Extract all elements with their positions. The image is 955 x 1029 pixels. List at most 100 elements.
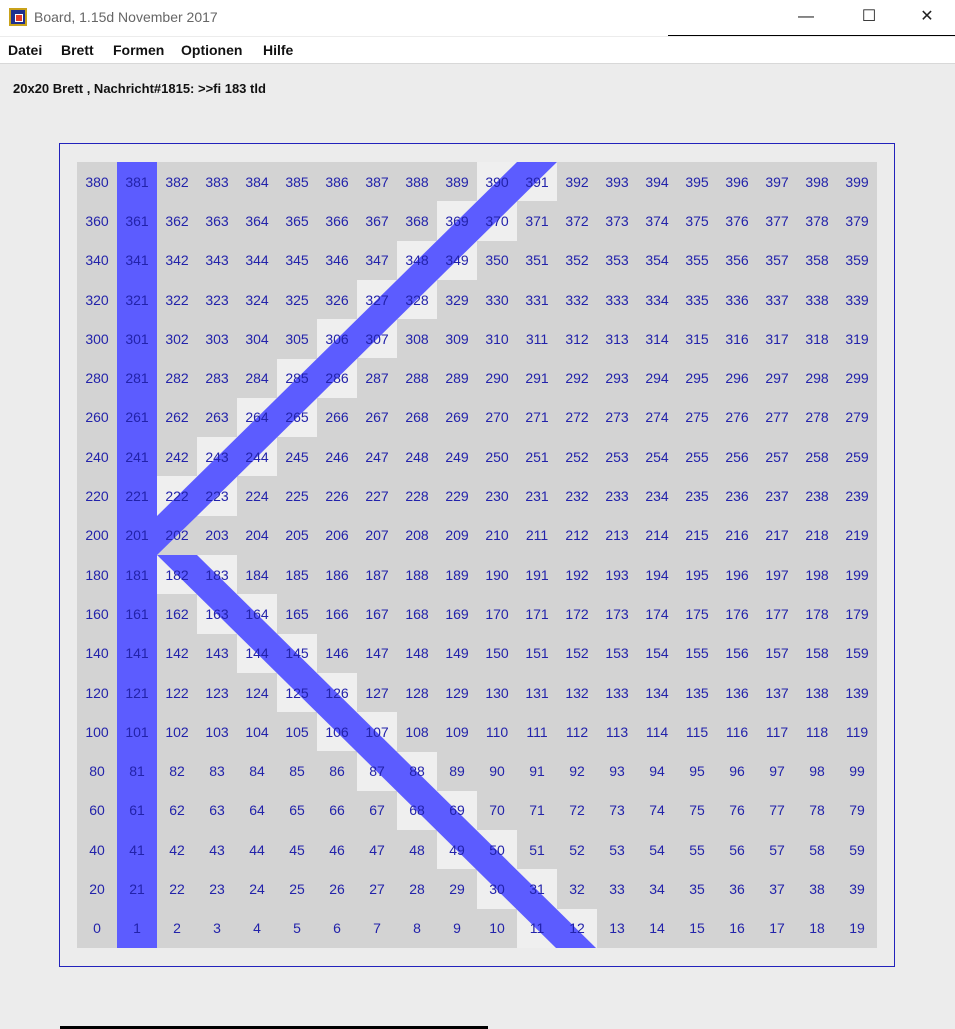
board-cell[interactable] xyxy=(757,909,797,948)
board-cell[interactable] xyxy=(237,633,277,673)
board-cell[interactable] xyxy=(477,359,517,398)
board-cell[interactable] xyxy=(357,909,397,948)
board-cell[interactable] xyxy=(477,869,517,909)
board-cell[interactable] xyxy=(197,909,237,948)
board-cell[interactable] xyxy=(637,319,677,358)
board-cell[interactable] xyxy=(517,201,557,240)
board-cell[interactable] xyxy=(717,241,757,280)
board-cell[interactable] xyxy=(357,869,397,908)
board-cell[interactable] xyxy=(797,712,837,751)
board-cell[interactable] xyxy=(797,555,837,594)
board-cell[interactable] xyxy=(437,712,477,751)
board-cell[interactable] xyxy=(837,201,877,240)
board-cell[interactable] xyxy=(677,280,717,319)
board-cell[interactable] xyxy=(317,201,357,240)
board-cell[interactable] xyxy=(277,712,317,751)
board-cell[interactable] xyxy=(757,359,797,398)
board-cell[interactable] xyxy=(597,909,637,948)
board-cell[interactable] xyxy=(837,712,877,751)
board-cell[interactable] xyxy=(757,437,797,476)
board-cell[interactable] xyxy=(277,909,317,948)
board-cell[interactable] xyxy=(237,162,277,201)
board-cell[interactable] xyxy=(237,909,277,948)
board-cell[interactable] xyxy=(477,673,517,712)
board-cell[interactable] xyxy=(197,869,237,908)
board-cell[interactable] xyxy=(317,358,357,398)
board-cell[interactable] xyxy=(677,752,717,791)
board-cell[interactable] xyxy=(157,712,197,751)
board-cell[interactable] xyxy=(197,673,237,712)
board-cell[interactable] xyxy=(597,437,637,476)
board-cell[interactable] xyxy=(597,791,637,830)
board-cell[interactable] xyxy=(557,712,597,751)
board-cell[interactable] xyxy=(437,437,477,476)
board-cell[interactable] xyxy=(397,201,437,240)
board-cell[interactable] xyxy=(517,319,557,358)
board-cell[interactable] xyxy=(357,162,397,201)
board-cell[interactable] xyxy=(397,437,437,476)
board-cell[interactable] xyxy=(397,476,437,515)
board-cell[interactable] xyxy=(757,673,797,712)
board-cell[interactable] xyxy=(517,398,557,437)
board-cell[interactable] xyxy=(77,712,117,751)
board-cell[interactable] xyxy=(277,437,317,476)
board-cell[interactable] xyxy=(117,594,157,633)
board-cell[interactable] xyxy=(157,201,197,240)
board-cell[interactable] xyxy=(557,241,597,280)
board-cell[interactable] xyxy=(477,791,517,830)
board-cell[interactable] xyxy=(597,319,637,358)
board-cell[interactable] xyxy=(237,791,277,830)
board-cell[interactable] xyxy=(797,476,837,515)
board-cell[interactable] xyxy=(837,241,877,280)
board-cell[interactable] xyxy=(797,516,837,555)
board-cell[interactable] xyxy=(757,280,797,319)
board-cell[interactable] xyxy=(397,516,437,555)
board-cell[interactable] xyxy=(277,476,317,515)
board-cell[interactable] xyxy=(597,673,637,712)
board-cell[interactable] xyxy=(637,752,677,791)
board-cell[interactable] xyxy=(637,634,677,673)
board-cell[interactable] xyxy=(437,673,477,712)
board-cell[interactable] xyxy=(397,162,437,201)
board-cell[interactable] xyxy=(717,869,757,908)
board-cell[interactable] xyxy=(237,555,277,594)
board-cell[interactable] xyxy=(357,319,397,359)
board-cell[interactable] xyxy=(757,594,797,633)
board-cell[interactable] xyxy=(237,869,277,908)
board-cell[interactable] xyxy=(77,398,117,437)
board-cell[interactable] xyxy=(237,201,277,240)
board-cell[interactable] xyxy=(637,476,677,515)
board-cell[interactable] xyxy=(437,476,477,515)
board-cell[interactable] xyxy=(797,359,837,398)
board-cell[interactable] xyxy=(277,830,317,869)
board-cell[interactable] xyxy=(837,437,877,476)
board-cell[interactable] xyxy=(757,752,797,791)
board-cell[interactable] xyxy=(237,280,277,319)
board-cell[interactable] xyxy=(837,516,877,555)
board-cell[interactable] xyxy=(637,398,677,437)
minimize-button[interactable]: — xyxy=(777,0,835,34)
board-cell[interactable] xyxy=(357,791,397,830)
game-board[interactable]: 0 1 2 3 4 5 6 7 8 9 10 11 12 13 14 15 16 17 18 19 20 21 22 23 24… xyxy=(77,162,877,948)
board-cell[interactable] xyxy=(277,672,317,713)
board-cell[interactable] xyxy=(597,241,637,280)
board-cell[interactable] xyxy=(157,241,197,280)
board-cell[interactable] xyxy=(477,830,517,870)
board-cell[interactable] xyxy=(477,516,517,555)
board-cell[interactable] xyxy=(717,594,757,633)
board-cell[interactable] xyxy=(677,673,717,712)
board-cell[interactable] xyxy=(117,555,157,594)
board-cell[interactable] xyxy=(437,790,477,831)
board-cell[interactable] xyxy=(837,476,877,515)
board-cell[interactable] xyxy=(157,909,197,948)
board-cell[interactable] xyxy=(117,909,157,948)
board-cell[interactable] xyxy=(637,280,677,319)
board-cell[interactable] xyxy=(237,241,277,280)
board-cell[interactable] xyxy=(317,162,357,201)
board-cell[interactable] xyxy=(677,712,717,751)
board-cell[interactable] xyxy=(797,241,837,280)
board-cell[interactable] xyxy=(477,909,517,948)
board-cell[interactable] xyxy=(277,241,317,280)
board-cell[interactable] xyxy=(157,752,197,791)
board-cell[interactable] xyxy=(597,398,637,437)
